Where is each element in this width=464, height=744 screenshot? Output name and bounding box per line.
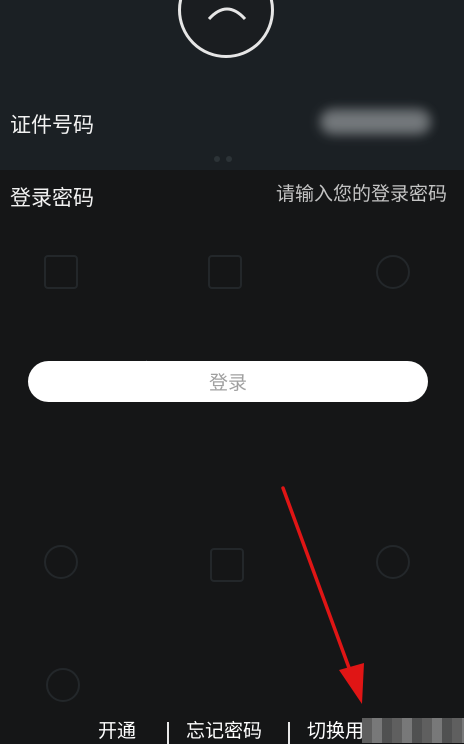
password-label: 登录密码 (10, 186, 94, 210)
grid-icon-3 (376, 255, 410, 289)
login-button[interactable]: 登录 (28, 361, 428, 402)
divider (288, 722, 290, 744)
grid-icon-2 (208, 255, 242, 289)
id-number-value-blurred[interactable] (320, 110, 430, 134)
id-number-label: 证件号码 (10, 113, 94, 137)
forgot-password-link[interactable]: 忘记密码 (186, 716, 262, 743)
pixelated-area (362, 718, 464, 743)
grid-icon-6 (376, 545, 410, 579)
grid-icon-1 (44, 255, 78, 289)
password-input[interactable] (227, 183, 447, 205)
grid-icon-5 (210, 548, 244, 582)
banner-pager-dots (214, 147, 238, 166)
sad-face-icon (207, 7, 247, 21)
open-link[interactable]: 开通 (98, 716, 136, 743)
grid-icon-4 (44, 545, 78, 579)
divider (167, 722, 169, 744)
switch-user-link[interactable]: 切换用 (307, 716, 364, 743)
apple-icon (46, 668, 80, 702)
